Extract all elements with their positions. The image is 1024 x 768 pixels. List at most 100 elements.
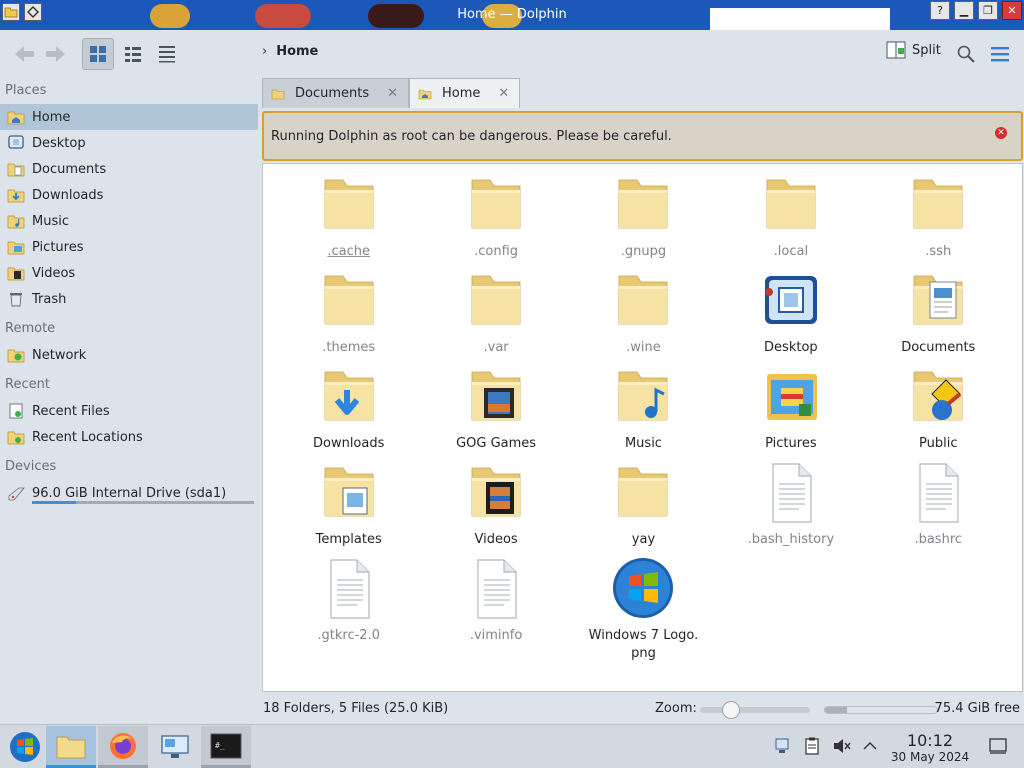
file-item-gtkrc-2-0[interactable]: .gtkrc-2.0 [275, 556, 422, 652]
back-button[interactable] [8, 38, 40, 70]
firefox-icon [110, 732, 136, 759]
file-item-ssh[interactable]: .ssh [865, 172, 1012, 268]
templates-folder-icon [317, 460, 381, 524]
split-button[interactable]: Split [886, 41, 941, 59]
devices-header: Devices [5, 459, 57, 474]
disk-space-bar [824, 706, 938, 714]
sidebar-item-documents[interactable]: Documents [0, 156, 258, 182]
hamburger-menu-icon [991, 47, 1009, 62]
file-item-public[interactable]: Public [865, 364, 1012, 460]
file-name: GOG Games [456, 436, 537, 451]
zoom-slider[interactable] [700, 701, 810, 719]
file-item-viminfo[interactable]: .viminfo [422, 556, 569, 652]
compact-view-icon [125, 47, 141, 62]
sidebar-item-home[interactable]: Home [0, 104, 258, 130]
text-file-icon [464, 556, 528, 620]
sidebar-item-recent-files[interactable]: Recent Files [0, 398, 258, 424]
file-item-templates[interactable]: Templates [275, 460, 422, 556]
sidebar-item-label: Music [32, 213, 69, 229]
file-view[interactable]: .cache .config .gnupg .local .ssh .themes .var… [262, 163, 1023, 692]
breadcrumb[interactable]: › Home [262, 44, 318, 59]
sidebar-item-label: 96.0 GiB Internal Drive (sda1) [32, 485, 227, 501]
close-warning-icon[interactable]: ✕ [995, 127, 1007, 139]
file-item-windows-7-logo-png[interactable]: Windows 7 Logo. png [570, 556, 717, 661]
sidebar-item-recent-locations[interactable]: Recent Locations [0, 424, 258, 450]
remote-header: Remote [5, 321, 56, 336]
sidebar-item-label: Network [32, 347, 87, 363]
icons-view-button[interactable] [82, 38, 114, 70]
search-button[interactable] [950, 38, 982, 70]
close-tab-icon[interactable]: ✕ [387, 86, 398, 101]
file-item-videos[interactable]: Videos [422, 460, 569, 556]
tab-home[interactable]: Home ✕ [409, 78, 521, 108]
close-tab-icon[interactable]: ✕ [498, 86, 509, 101]
tab-documents[interactable]: Documents ✕ [262, 78, 410, 108]
file-item-gog-games[interactable]: GOG Games [422, 364, 569, 460]
details-view-button[interactable] [151, 38, 183, 70]
expand-tray-icon[interactable] [859, 735, 881, 757]
menu-button[interactable] [984, 38, 1016, 70]
file-item-themes[interactable]: .themes [275, 268, 422, 364]
minimize-button[interactable]: ▁ [954, 1, 974, 20]
file-item-bash-history[interactable]: .bash_history [717, 460, 864, 556]
sidebar-item-trash[interactable]: Trash [0, 286, 258, 312]
file-name: Public [919, 436, 958, 451]
tab-label: Documents [295, 86, 370, 101]
folder-folder-icon [611, 268, 675, 332]
help-button[interactable]: ? [930, 1, 950, 20]
sidebar-item-internal-drive[interactable]: 96.0 GiB Internal Drive (sda1) [0, 480, 258, 506]
close-button[interactable]: ✕ [1002, 1, 1022, 20]
network-icon[interactable] [771, 735, 793, 757]
file-item-var[interactable]: .var [422, 268, 569, 364]
file-name: .ssh [925, 244, 952, 259]
grid-view-icon [90, 46, 106, 62]
file-item-config[interactable]: .config [422, 172, 569, 268]
taskbar-terminal[interactable]: #_ [201, 726, 251, 768]
sidebar-item-desktop[interactable]: Desktop [0, 130, 258, 156]
network-folder-icon [6, 345, 26, 365]
folder-icon [56, 736, 86, 758]
file-item-cache[interactable]: .cache [275, 172, 422, 268]
sidebar-item-videos[interactable]: Videos [0, 260, 258, 286]
home-folder-icon [6, 107, 26, 127]
split-view-icon [886, 41, 906, 59]
file-item-wine[interactable]: .wine [570, 268, 717, 364]
volume-muted-icon[interactable] [831, 735, 853, 757]
file-item-music[interactable]: Music [570, 364, 717, 460]
breadcrumb-home[interactable]: Home [276, 44, 318, 59]
file-name: .bash_history [747, 532, 835, 547]
file-item-pictures[interactable]: Pictures [717, 364, 864, 460]
file-item-yay[interactable]: yay [570, 460, 717, 556]
file-item-gnupg[interactable]: .gnupg [570, 172, 717, 268]
window-title: Home — Dolphin [457, 7, 567, 22]
sidebar-item-network[interactable]: Network [0, 342, 258, 368]
file-item-downloads[interactable]: Downloads [275, 364, 422, 460]
forward-button[interactable] [40, 38, 72, 70]
places-panel: Places Home Desktop Documents Downloads … [0, 78, 258, 724]
file-item-bashrc[interactable]: .bashrc [865, 460, 1012, 556]
file-item-desktop[interactable]: Desktop [717, 268, 864, 364]
start-menu-button[interactable] [0, 726, 50, 768]
clock[interactable]: 10:12 30 May 2024 [880, 732, 980, 765]
tab-label: Home [442, 86, 481, 101]
clipboard-icon[interactable] [801, 735, 823, 757]
maximize-button[interactable]: ❐ [978, 1, 998, 20]
sidebar-item-pictures[interactable]: Pictures [0, 234, 258, 260]
folder-folder-icon [759, 172, 823, 236]
taskbar-system-settings[interactable] [150, 726, 200, 768]
free-space-label: 75.4 GiB free [934, 701, 1020, 716]
sidebar-item-downloads[interactable]: Downloads [0, 182, 258, 208]
taskbar-firefox[interactable] [98, 726, 148, 768]
sidebar-item-music[interactable]: Music [0, 208, 258, 234]
file-item-local[interactable]: .local [717, 172, 864, 268]
items-summary: 18 Folders, 5 Files (25.0 KiB) [263, 701, 449, 716]
file-name: .config [474, 244, 519, 259]
file-item-documents[interactable]: Documents [865, 268, 1012, 364]
show-desktop-icon[interactable] [987, 735, 1009, 757]
compact-view-button[interactable] [117, 38, 149, 70]
recent-header: Recent [5, 377, 50, 392]
file-name: Templates [315, 532, 382, 547]
file-name: Windows 7 Logo. png [588, 628, 699, 661]
taskbar-dolphin[interactable] [46, 726, 96, 768]
zoom-slider-handle[interactable] [722, 701, 740, 719]
